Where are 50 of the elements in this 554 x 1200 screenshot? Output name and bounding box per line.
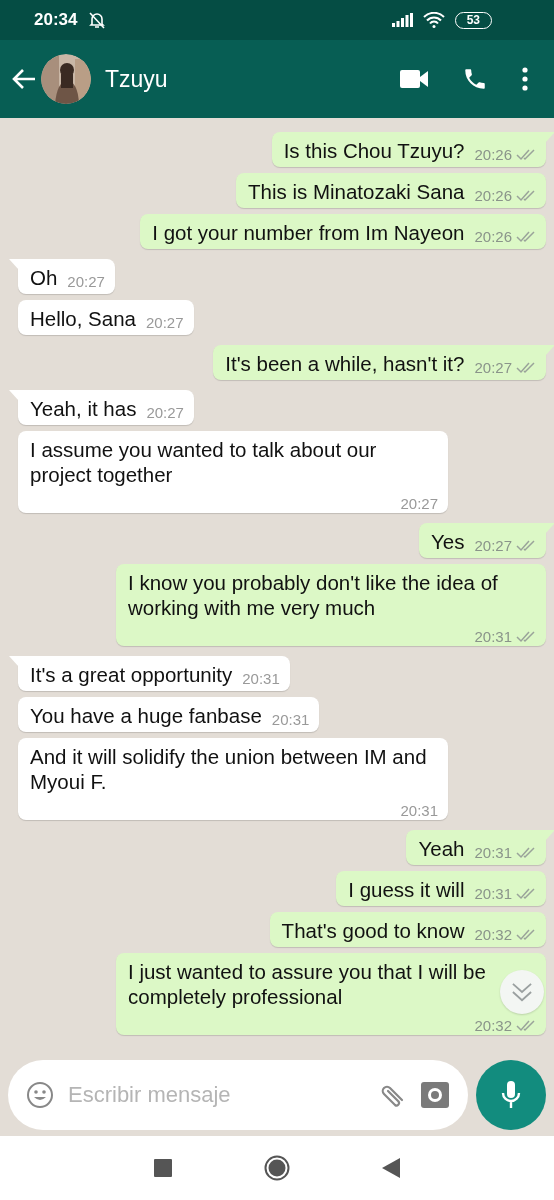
message-time: 20:31 xyxy=(271,711,310,729)
message-time: 20:31 xyxy=(474,885,512,903)
message-text: I assume you wanted to talk about our project together xyxy=(30,437,378,487)
message-time: 20:27 xyxy=(474,359,512,377)
message-text: Yes xyxy=(431,529,465,554)
message-time: 20:26 xyxy=(474,228,512,246)
contact-name[interactable]: Tzuyu xyxy=(105,65,168,93)
message-text: Is this Chou Tzuyu? xyxy=(283,138,465,163)
home-icon[interactable] xyxy=(264,1155,290,1181)
message-time: 20:26 xyxy=(474,187,512,205)
message-time: 20:27 xyxy=(67,273,105,291)
message-text: Hello, Sana xyxy=(30,306,136,331)
message-text: It's been a while, hasn't it? xyxy=(225,351,465,376)
message-text: It's a great opportunity xyxy=(30,662,233,687)
muted-bell-icon xyxy=(87,10,108,30)
message-time: 20:27 xyxy=(146,314,184,332)
wifi-icon xyxy=(422,12,445,28)
back-arrow-icon[interactable] xyxy=(12,68,36,90)
message-time: 20:31 xyxy=(400,802,438,820)
message-text: This is Minatozaki Sana xyxy=(247,179,465,204)
emoji-icon[interactable] xyxy=(26,1081,54,1109)
message-time: 20:27 xyxy=(400,495,438,513)
microphone-icon xyxy=(500,1080,522,1110)
message-time: 20:27 xyxy=(146,404,184,422)
message-input-field[interactable]: Escribir mensaje xyxy=(8,1060,468,1130)
message-text: Yeah, it has xyxy=(30,396,137,421)
message-time: 20:26 xyxy=(474,146,512,164)
message-text: That's good to know xyxy=(281,918,465,943)
message-text: Oh xyxy=(30,265,58,290)
message-text: I guess it will xyxy=(348,877,465,902)
video-camera-icon[interactable] xyxy=(400,70,428,88)
message-text: I know you probably don't like the idea of working with me very much xyxy=(128,570,499,620)
double-chevron-down-icon xyxy=(511,982,533,1002)
message-time: 20:31 xyxy=(474,844,512,862)
message-text: I got your number from Im Nayeon xyxy=(152,220,465,245)
message-text: And it will solidify the union between IM and Myoui F. xyxy=(30,744,428,794)
message-time: 20:31 xyxy=(242,670,280,688)
camera-icon[interactable] xyxy=(420,1081,450,1109)
message-time: 20:32 xyxy=(474,926,512,944)
clock: 20:34 xyxy=(34,10,78,30)
back-icon[interactable] xyxy=(382,1158,400,1178)
message-text: You have a huge fanbase xyxy=(30,703,262,728)
message-time: 20:27 xyxy=(474,537,512,555)
signal-icon xyxy=(390,13,413,27)
phone-icon[interactable] xyxy=(462,66,488,92)
message-text: Yeah xyxy=(418,836,465,861)
message-time: 20:32 xyxy=(474,1017,512,1035)
message-time: 20:31 xyxy=(474,628,512,646)
message-text: I just wanted to assure you that I will be completely professional xyxy=(128,959,487,1009)
more-options-icon[interactable] xyxy=(522,67,528,91)
